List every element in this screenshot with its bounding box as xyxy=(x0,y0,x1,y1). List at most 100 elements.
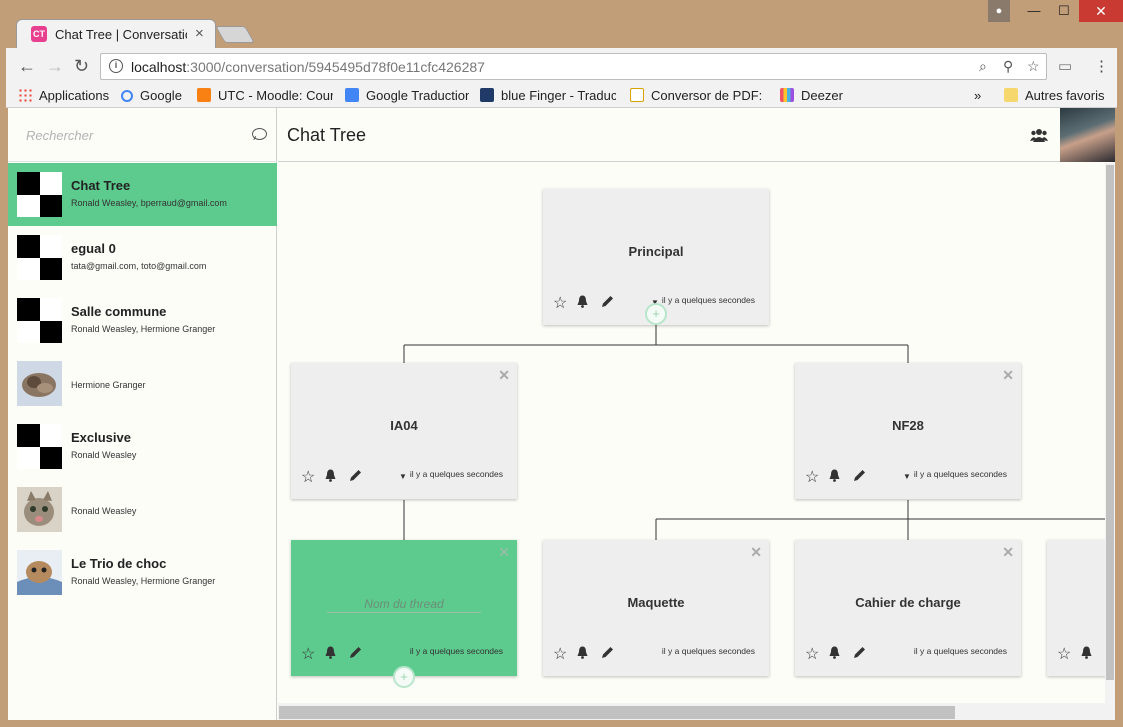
bookmark-bluefinger[interactable]: blue Finger - Traduct xyxy=(480,88,616,105)
bookmark-pdf[interactable]: Conversor de PDF: co xyxy=(630,88,766,105)
google-icon xyxy=(121,90,133,102)
close-icon[interactable]: ✕ xyxy=(1002,367,1014,384)
conversation-item[interactable]: egual 0 tata@gmail.com, toto@gmail.com xyxy=(8,226,277,289)
bookmark-translate[interactable]: Google Traduction xyxy=(345,88,469,105)
thread-card[interactable]: ✕ IA04 ☆ ▼ il y a quelques secondes xyxy=(291,363,517,499)
star-icon[interactable]: ☆ xyxy=(553,644,567,664)
forward-arrow-icon[interactable]: → xyxy=(46,56,64,77)
cast-icon[interactable]: ▭ xyxy=(1058,57,1072,75)
bell-icon[interactable] xyxy=(324,469,337,482)
avatar xyxy=(17,550,62,595)
minimize-button[interactable]: — xyxy=(1019,0,1049,22)
new-thread-card[interactable]: ✕ ☆ il y a quelques secondes xyxy=(291,540,517,676)
thread-name-input[interactable] xyxy=(327,595,481,613)
other-bookmarks[interactable]: Autres favoris xyxy=(1004,88,1112,105)
caret-down-icon[interactable]: ▼ xyxy=(399,472,407,481)
bell-icon[interactable] xyxy=(324,646,337,659)
chat-tree-favicon-icon: CT xyxy=(31,26,47,42)
star-icon[interactable]: ☆ xyxy=(301,467,315,487)
new-conversation-icon[interactable] xyxy=(252,128,267,140)
zoom-icon[interactable]: ⌕ xyxy=(979,58,987,75)
reload-icon[interactable]: ↻ xyxy=(74,56,89,77)
bell-icon[interactable] xyxy=(828,646,841,659)
horizontal-scrollbar[interactable] xyxy=(278,703,1115,720)
bookmarks-bar: Applications Google UTC - Moodle: Cours … xyxy=(6,85,1117,108)
deezer-icon xyxy=(780,88,794,102)
profile-icon[interactable]: ● xyxy=(988,0,1010,22)
pencil-icon[interactable] xyxy=(853,469,866,482)
thread-name: IA04 xyxy=(390,418,418,433)
bell-icon[interactable] xyxy=(828,469,841,482)
add-subthread-button[interactable]: + xyxy=(393,666,415,688)
bell-icon[interactable] xyxy=(576,646,589,659)
extension-icon[interactable]: ⚲ xyxy=(1003,58,1013,75)
bell-icon[interactable] xyxy=(576,295,589,308)
tab-close-icon[interactable]: × xyxy=(195,25,204,42)
close-icon[interactable]: ✕ xyxy=(750,544,762,561)
close-icon[interactable]: ✕ xyxy=(498,367,510,384)
star-icon[interactable]: ☆ xyxy=(301,644,315,664)
thread-card[interactable]: ✕ NF28 ☆ ▼ il y a quelques secondes xyxy=(795,363,1021,499)
close-icon[interactable]: ✕ xyxy=(1002,544,1014,561)
conversation-members: Ronald Weasley xyxy=(71,450,137,460)
thread-actions: ☆ xyxy=(805,467,885,487)
avatar xyxy=(17,487,62,532)
star-icon[interactable]: ☆ xyxy=(805,467,819,487)
conversation-item[interactable]: Exclusive Ronald Weasley xyxy=(8,415,277,478)
close-icon[interactable]: ✕ xyxy=(498,544,510,561)
pencil-icon[interactable] xyxy=(853,646,866,659)
bookmark-applications[interactable]: Applications xyxy=(18,88,114,105)
address-bar[interactable]: i localhost:3000/conversation/5945495d78… xyxy=(100,53,1047,80)
back-arrow-icon[interactable]: ← xyxy=(18,56,36,77)
conversation-item[interactable]: Le Trio de choc Ronald Weasley, Hermione… xyxy=(8,541,277,604)
tab-title: Chat Tree | Conversation xyxy=(55,27,187,42)
search-input[interactable]: Rechercher xyxy=(26,128,93,143)
users-icon[interactable] xyxy=(1030,127,1048,143)
conversation-members: Hermione Granger xyxy=(71,380,146,390)
bookmarks-overflow-button[interactable]: » xyxy=(974,88,988,105)
caret-down-icon[interactable]: ▼ xyxy=(903,472,911,481)
pencil-icon[interactable] xyxy=(349,469,362,482)
bookmark-deezer[interactable]: Deezer xyxy=(780,88,850,105)
close-window-button[interactable]: ✕ xyxy=(1079,0,1123,22)
add-subthread-button[interactable]: + xyxy=(645,303,667,325)
vertical-scrollbar[interactable] xyxy=(1105,163,1115,703)
thread-timestamp: il y a quelques secondes xyxy=(913,469,1007,479)
scrollbar-thumb[interactable] xyxy=(1106,165,1114,680)
thread-name: NF28 xyxy=(892,418,924,433)
maximize-button[interactable]: ☐ xyxy=(1049,0,1079,22)
conversation-sidebar: Rechercher Chat Tree Ronald Weasley, bpe… xyxy=(8,108,277,720)
conversation-item[interactable]: Chat Tree Ronald Weasley, bperraud@gmail… xyxy=(8,163,277,226)
pencil-icon[interactable] xyxy=(601,295,614,308)
menu-kebab-icon[interactable]: ⋮ xyxy=(1094,57,1109,75)
pencil-icon[interactable] xyxy=(601,646,614,659)
kitten-photo xyxy=(17,487,62,532)
thread-name: Cahier de charge xyxy=(855,595,961,610)
thread-timestamp: il y a quelques secondes xyxy=(409,469,503,479)
thread-card[interactable]: ☆ xyxy=(1047,540,1105,676)
pencil-icon[interactable] xyxy=(349,646,362,659)
bookmark-star-icon[interactable]: ☆ xyxy=(1027,58,1040,75)
star-icon[interactable]: ☆ xyxy=(1057,644,1071,664)
star-icon[interactable]: ☆ xyxy=(553,293,567,313)
conversation-item[interactable]: Ronald Weasley xyxy=(8,478,277,541)
info-icon[interactable]: i xyxy=(109,59,123,73)
conversation-item[interactable]: Hermione Granger xyxy=(8,352,277,415)
browser-toolbar: ← → ↻ i localhost:3000/conversation/5945… xyxy=(6,48,1117,85)
thread-name: Principal xyxy=(628,244,684,259)
new-tab-button[interactable] xyxy=(215,26,255,43)
moodle-icon xyxy=(197,88,211,102)
thread-card[interactable]: ✕ Cahier de charge ☆ il y a quelques sec… xyxy=(795,540,1021,676)
conversation-item[interactable]: Salle commune Ronald Weasley, Hermione G… xyxy=(8,289,277,352)
star-icon[interactable]: ☆ xyxy=(805,644,819,664)
browser-tab[interactable]: CT Chat Tree | Conversation × xyxy=(16,19,216,49)
url-path: :3000/conversation/5945495d78f0e11cfc426… xyxy=(186,59,485,75)
user-avatar[interactable] xyxy=(1060,108,1115,162)
thread-card[interactable]: ✕ Maquette ☆ il y a quelques secondes xyxy=(543,540,769,676)
scrollbar-thumb[interactable] xyxy=(279,706,955,719)
bookmark-google[interactable]: Google xyxy=(121,88,189,105)
avatar xyxy=(17,172,62,217)
bookmark-moodle[interactable]: UTC - Moodle: Cours xyxy=(197,88,333,105)
url-text[interactable]: localhost:3000/conversation/5945495d78f0… xyxy=(131,59,485,75)
bell-icon[interactable] xyxy=(1080,646,1093,659)
